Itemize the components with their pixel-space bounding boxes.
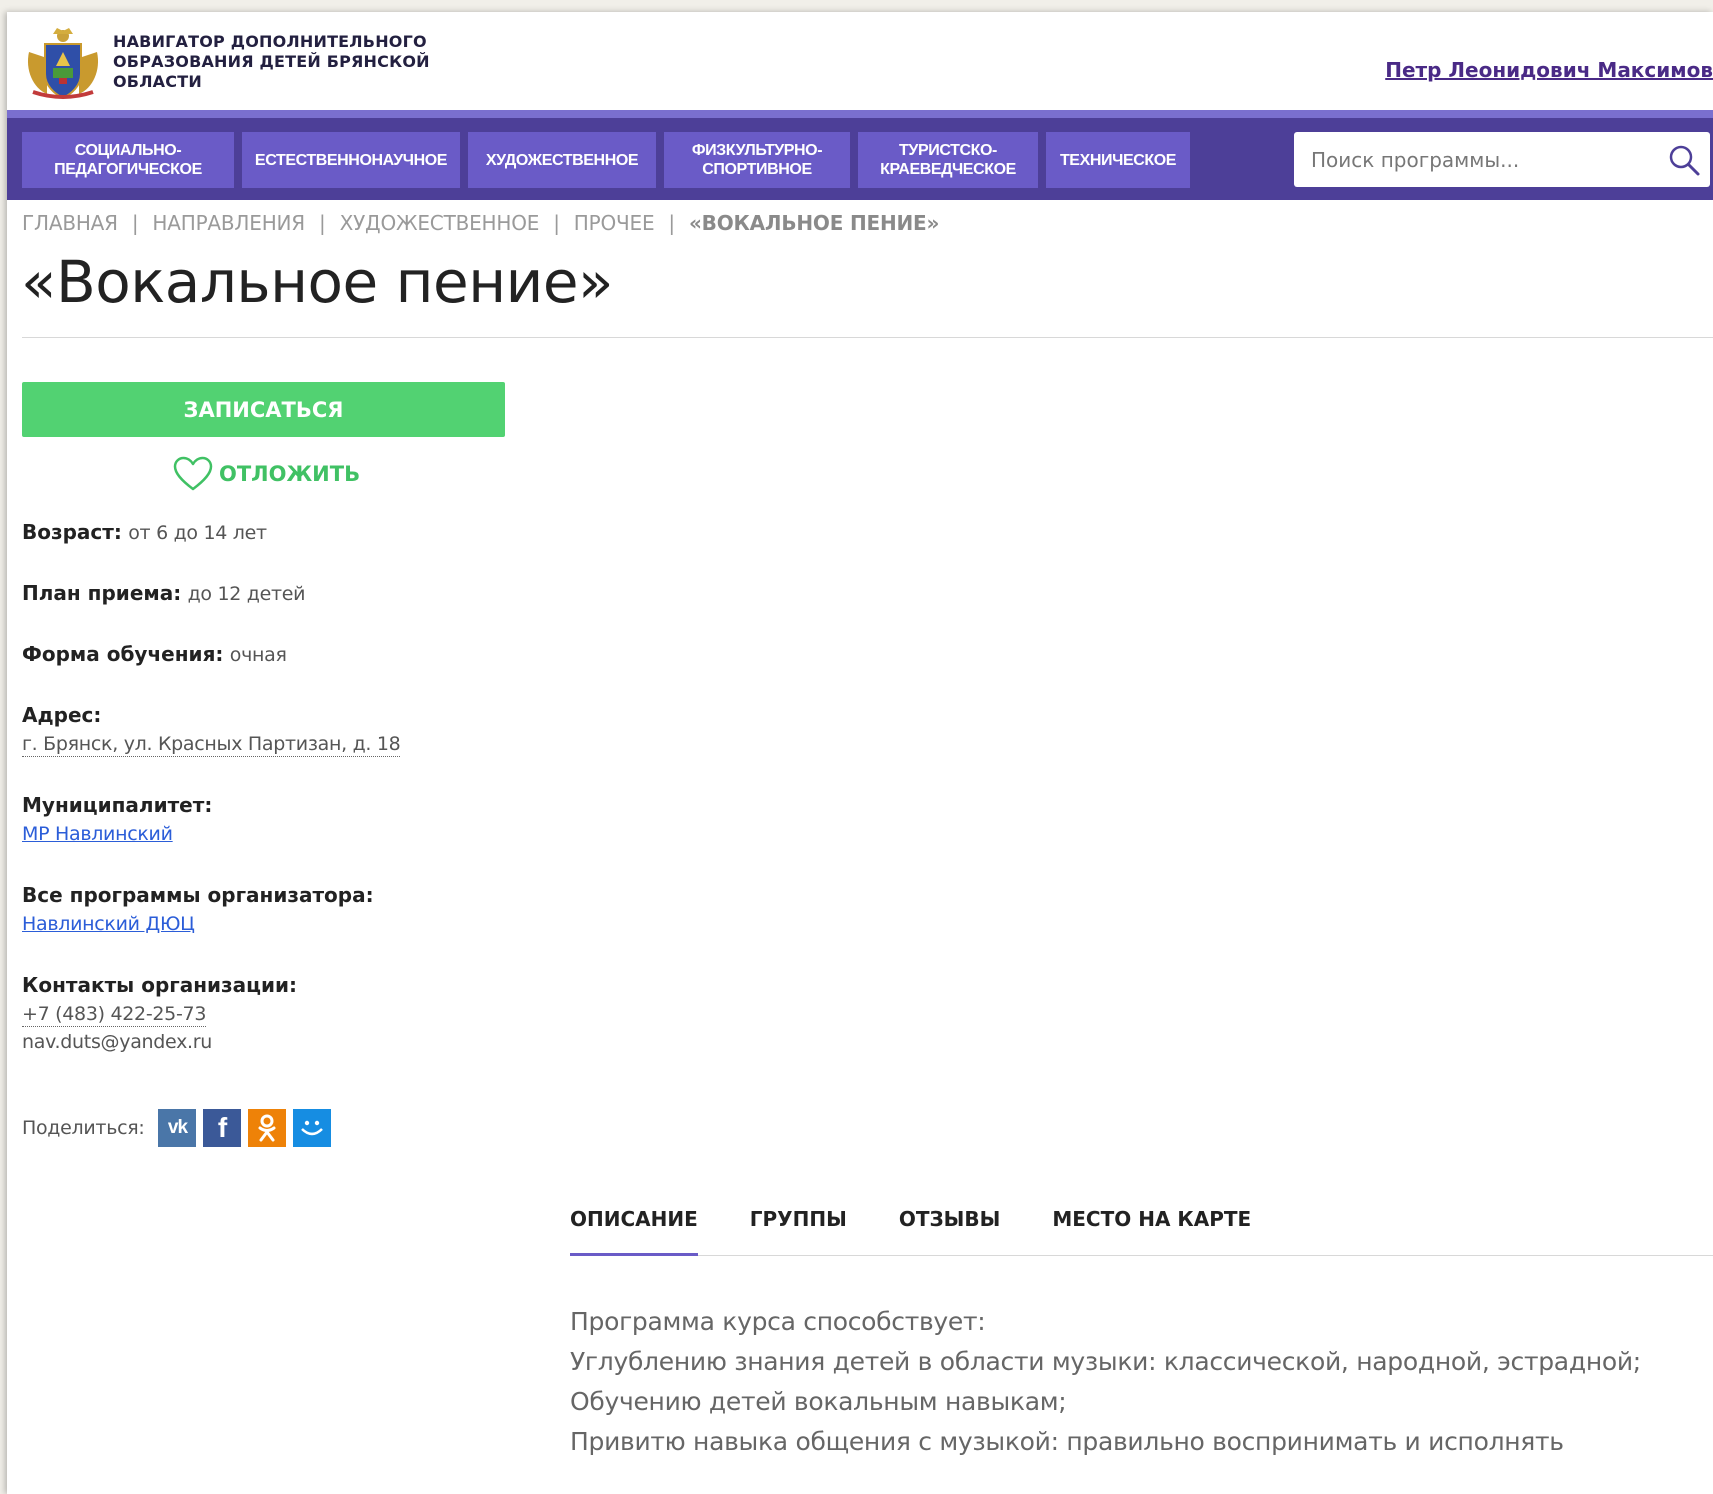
municipality-label: Муниципалитет: (22, 793, 212, 817)
postpone-button[interactable]: ОТЛОЖИТЬ (173, 456, 360, 492)
age-label: Возраст: (22, 520, 122, 544)
breadcrumb-art[interactable]: ХУДОЖЕСТВЕННОЕ (340, 211, 540, 235)
nav-item-science[interactable]: ЕСТЕСТВЕННОНАУЧНОЕ (242, 132, 460, 188)
breadcrumb-home[interactable]: ГЛАВНАЯ (22, 211, 118, 235)
program-tabs: ОПИСАНИЕ ГРУППЫ ОТЗЫВЫ МЕСТО НА КАРТЕ (570, 1207, 1713, 1256)
tab-description[interactable]: ОПИСАНИЕ (570, 1207, 698, 1256)
plan-value: до 12 детей (187, 583, 306, 605)
description-line: Привитю навыка общения с музыкой: правил… (570, 1427, 1564, 1456)
breadcrumb-directions[interactable]: НАПРАВЛЕНИЯ (152, 211, 305, 235)
breadcrumb: ГЛАВНАЯ | НАПРАВЛЕНИЯ | ХУДОЖЕСТВЕННОЕ |… (22, 211, 939, 235)
coat-of-arms-icon (27, 28, 99, 100)
description-line: Углублению знания детей в области музыки… (570, 1347, 1641, 1376)
user-profile-link[interactable]: Петр Леонидович Максимов (1385, 58, 1713, 82)
breadcrumb-current: «ВОКАЛЬНОЕ ПЕНИЕ» (688, 211, 940, 235)
odnoklassniki-icon (258, 1114, 276, 1142)
address-label: Адрес: (22, 703, 101, 727)
odnoklassniki-share-icon[interactable] (248, 1109, 287, 1147)
enroll-button[interactable]: ЗАПИСАТЬСЯ (22, 382, 505, 437)
tab-groups[interactable]: ГРУППЫ (750, 1207, 847, 1255)
contacts-label: Контакты организации: (22, 973, 297, 997)
nav-items: СОЦИАЛЬНО- ПЕДАГОГИЧЕСКОЕ ЕСТЕСТВЕННОНАУ… (22, 132, 1190, 188)
smile-icon (301, 1120, 324, 1136)
age-row: Возраст: от 6 до 14 лет (22, 520, 267, 544)
breadcrumb-separator: | (553, 211, 560, 235)
site-title: НАВИГАТОР ДОПОЛНИТЕЛЬНОГО ОБРАЗОВАНИЯ ДЕ… (113, 32, 430, 91)
organizer-label: Все программы организатора: (22, 883, 374, 907)
direction-nav: СОЦИАЛЬНО- ПЕДАГОГИЧЕСКОЕ ЕСТЕСТВЕННОНАУ… (7, 110, 1713, 200)
nav-item-technical[interactable]: ТЕХНИЧЕСКОЕ (1046, 132, 1190, 188)
search-input[interactable] (1294, 132, 1654, 187)
form-row: Форма обучения: очная (22, 642, 287, 666)
form-label: Форма обучения: (22, 642, 224, 666)
nav-label: СОЦИАЛЬНО- ПЕДАГОГИЧЕСКОЕ (54, 142, 202, 178)
description-line: Обучению детей вокальным навыкам; (570, 1387, 1067, 1416)
facebook-share-icon[interactable]: f (203, 1109, 242, 1147)
phone-row: +7 (483) 422-25-73 (22, 1001, 206, 1027)
address-row: г. Брянск, ул. Красных Партизан, д. 18 (22, 731, 401, 757)
breadcrumb-separator: | (319, 211, 326, 235)
nav-label: ЕСТЕСТВЕННОНАУЧНОЕ (254, 151, 448, 169)
organizer-link[interactable]: Навлинский ДЮЦ (22, 913, 195, 935)
vk-share-icon[interactable]: vk (158, 1109, 197, 1147)
postpone-label: ОТЛОЖИТЬ (219, 462, 361, 486)
nav-label: ТЕХНИЧЕСКОЕ (1059, 151, 1177, 169)
breadcrumb-other[interactable]: ПРОЧЕЕ (574, 211, 655, 235)
nav-item-social[interactable]: СОЦИАЛЬНО- ПЕДАГОГИЧЕСКОЕ (22, 132, 234, 188)
form-value: очная (229, 644, 287, 666)
municipality-row: МР Навлинский (22, 821, 173, 845)
contacts-label-text: Контакты организации: (22, 973, 298, 997)
plan-label: План приема: (22, 581, 182, 605)
nav-item-sport[interactable]: ФИЗКУЛЬТУРНО- СПОРТИВНОЕ (664, 132, 850, 188)
page: НАВИГАТОР ДОПОЛНИТЕЛЬНОГО ОБРАЗОВАНИЯ ДЕ… (7, 12, 1713, 1494)
share-row: Поделиться: vk f (22, 1109, 338, 1147)
heart-icon (173, 456, 213, 491)
nav-label: ХУДОЖЕСТВЕННОЕ (485, 151, 639, 169)
email-row: nav.duts@yandex.ru (22, 1029, 212, 1053)
program-description: Программа курса способствует: Углублению… (570, 1302, 1690, 1462)
search-icon[interactable] (1666, 142, 1702, 178)
description-line: Программа курса способствует: (570, 1307, 986, 1336)
municipality-label-text: Муниципалитет: (22, 793, 213, 817)
tab-reviews[interactable]: ОТЗЫВЫ (899, 1207, 1001, 1255)
site-logo-link[interactable]: НАВИГАТОР ДОПОЛНИТЕЛЬНОГО ОБРАЗОВАНИЯ ДЕ… (23, 22, 443, 102)
email-value[interactable]: nav.duts@yandex.ru (22, 1031, 212, 1053)
address-value[interactable]: г. Брянск, ул. Красных Партизан, д. 18 (22, 733, 401, 757)
moimir-share-icon[interactable] (293, 1109, 332, 1147)
nav-label: ТУРИСТСКО- КРАЕВЕДЧЕСКОЕ (880, 142, 1016, 178)
address-label-text: Адрес: (22, 703, 102, 727)
plan-row: План приема: до 12 детей (22, 581, 306, 605)
nav-item-art[interactable]: ХУДОЖЕСТВЕННОЕ (468, 132, 656, 188)
share-label: Поделиться: (22, 1117, 145, 1139)
site-header: НАВИГАТОР ДОПОЛНИТЕЛЬНОГО ОБРАЗОВАНИЯ ДЕ… (7, 12, 1713, 110)
nav-item-tourism[interactable]: ТУРИСТСКО- КРАЕВЕДЧЕСКОЕ (858, 132, 1038, 188)
title-divider (22, 337, 1713, 338)
search-box (1294, 132, 1710, 187)
phone-value[interactable]: +7 (483) 422-25-73 (22, 1003, 206, 1027)
nav-label: ФИЗКУЛЬТУРНО- СПОРТИВНОЕ (691, 142, 823, 178)
organizer-row: Навлинский ДЮЦ (22, 911, 195, 935)
breadcrumb-separator: | (668, 211, 675, 235)
tab-map[interactable]: МЕСТО НА КАРТЕ (1052, 1207, 1251, 1255)
breadcrumb-separator: | (131, 211, 139, 235)
municipality-link[interactable]: МР Навлинский (22, 823, 173, 845)
age-value: от 6 до 14 лет (128, 522, 267, 544)
organizer-label-text: Все программы организатора: (22, 883, 374, 907)
page-title: «Вокальное пение» (21, 248, 614, 316)
